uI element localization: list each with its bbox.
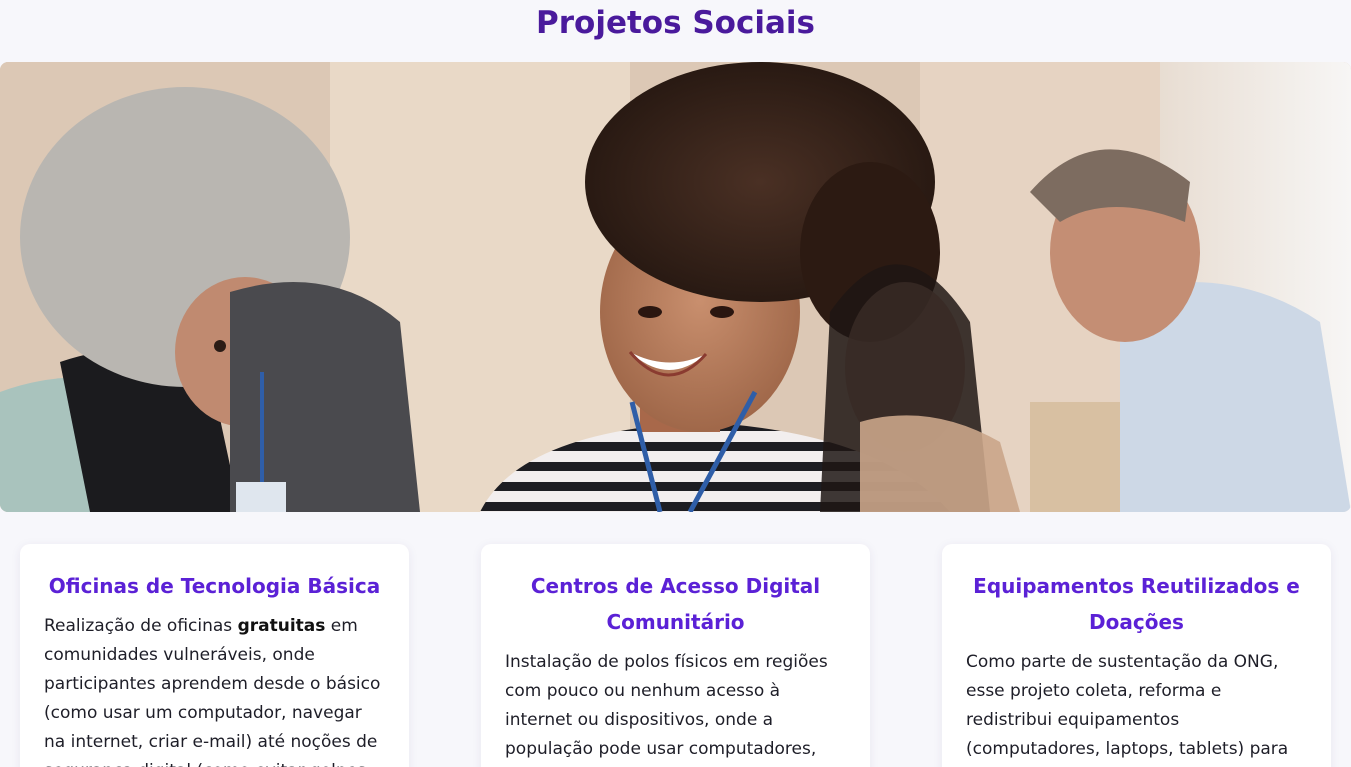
card-title: Centros de Acesso Digital Comunitário	[530, 574, 821, 634]
card-text-start: Realização de oficinas	[44, 616, 238, 636]
card-text-end: em comunidades vulneráveis, onde partici…	[44, 616, 381, 767]
card-text: Como parte de sustentação da ONG, esse p…	[966, 652, 1289, 759]
card-title: Oficinas de Tecnologia Básica	[48, 574, 381, 598]
project-card-oficinas: Oficinas de Tecnologia Básica Realização…	[20, 544, 409, 767]
hero-photo	[0, 62, 1351, 512]
card-text: Realização de oficinas gratuitas em comu…	[44, 612, 385, 767]
card-text-bold: gratuitas	[237, 616, 326, 636]
card-text: Instalação de polos físicos em regiões c…	[505, 652, 828, 759]
project-card-centros: Centros de Acesso Digital Comunitário In…	[481, 544, 870, 767]
page: Projetos Sociais Oficinas de Tecnologia …	[0, 0, 1351, 767]
card-title: Equipamentos Reutilizados e Doações	[973, 574, 1300, 634]
page-title: Projetos Sociais	[536, 5, 815, 41]
project-card-equipamentos: Equipamentos Reutilizados e Doações Como…	[942, 544, 1331, 767]
hero-image	[0, 62, 1351, 512]
